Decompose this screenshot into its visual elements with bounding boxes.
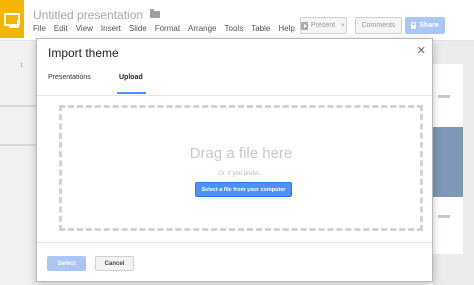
menu-tools[interactable]: Tools (225, 24, 244, 33)
menu-file[interactable]: File (33, 24, 46, 33)
share-button[interactable]: Share (405, 17, 445, 34)
slide-thumbnail[interactable] (0, 105, 36, 146)
dialog-tabs: Presentations Upload (37, 74, 432, 95)
share-label: Share (419, 22, 439, 29)
import-theme-dialog: Import theme ✕ Presentations Upload Drag… (36, 38, 433, 282)
tabs-divider (37, 95, 432, 96)
dialog-title: Import theme (48, 46, 119, 60)
star-icon[interactable]: ☆ (134, 8, 145, 22)
file-drop-zone[interactable]: Drag a file here Or, if you prefer... Se… (59, 105, 423, 231)
slide-placeholder-line (438, 95, 450, 98)
slide-placeholder-line (438, 215, 450, 218)
tab-upload[interactable]: Upload (119, 74, 143, 81)
menu-slide[interactable]: Slide (129, 24, 147, 33)
play-icon (301, 21, 308, 30)
menu-table[interactable]: Table (251, 24, 270, 33)
tab-presentations[interactable]: Presentations (48, 74, 91, 81)
slides-logo-glyph (4, 12, 20, 28)
lock-icon (411, 21, 417, 29)
menu-bar: File Edit View Insert Slide Format Arran… (33, 24, 313, 33)
cancel-button[interactable]: Cancel (95, 256, 134, 271)
menu-insert[interactable]: Insert (101, 24, 121, 33)
active-tab-indicator (117, 92, 146, 94)
menu-arrange[interactable]: Arrange (188, 24, 216, 33)
menu-edit[interactable]: Edit (54, 24, 68, 33)
slide-accent-shape (433, 127, 463, 197)
present-button[interactable]: Present ▼ (300, 17, 347, 34)
document-title[interactable]: Untitled presentation (33, 8, 143, 22)
slides-logo-icon[interactable] (0, 0, 24, 38)
footer-divider (37, 242, 432, 243)
slide-filmstrip[interactable]: 1 (0, 41, 36, 285)
slide-number: 1 (20, 63, 24, 69)
close-icon[interactable]: ✕ (417, 45, 426, 57)
chevron-down-icon[interactable]: ▼ (340, 23, 346, 29)
comments-button[interactable]: Comments (355, 17, 402, 34)
drop-zone-subtext: Or, if you prefer... (217, 171, 265, 177)
menu-help[interactable]: Help (278, 24, 294, 33)
menu-view[interactable]: View (76, 24, 93, 33)
select-button[interactable]: Select (47, 256, 86, 271)
folder-icon[interactable] (150, 9, 160, 18)
present-label: Present (310, 22, 336, 29)
select-file-button[interactable]: Select a file from your computer (195, 182, 292, 197)
menu-format[interactable]: Format (155, 24, 180, 33)
drop-zone-heading: Drag a file here (189, 145, 293, 162)
